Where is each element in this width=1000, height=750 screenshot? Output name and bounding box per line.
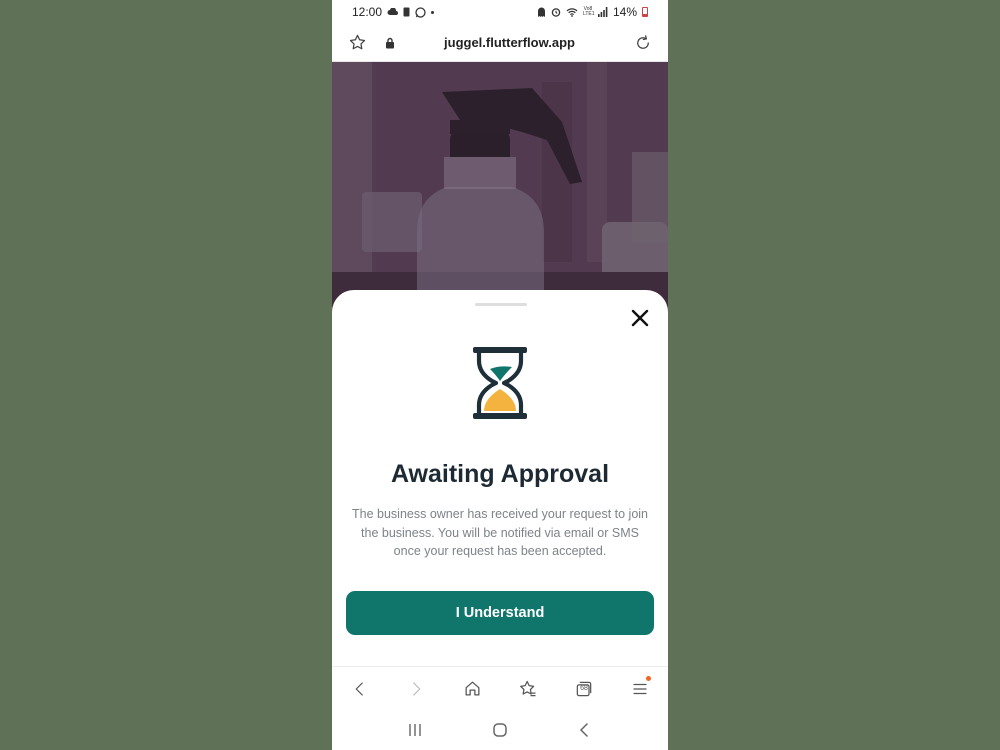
- notification-dot: [646, 675, 651, 681]
- volte-icon: Vo8 LTE1: [582, 6, 595, 17]
- url-text[interactable]: juggel.flutterflow.app: [385, 35, 634, 50]
- status-left: 12:00: [352, 5, 435, 19]
- signal-icon: [597, 7, 608, 17]
- back-button[interactable]: [345, 674, 375, 704]
- home-button[interactable]: [457, 674, 487, 704]
- sim-icon: [403, 7, 410, 17]
- home-circle-icon: [493, 723, 507, 737]
- alarm-icon: [551, 8, 561, 17]
- back-icon: [580, 723, 589, 737]
- drag-handle[interactable]: [475, 303, 527, 306]
- battery-percent: 14%: [612, 5, 637, 19]
- tab-count: 68: [580, 684, 588, 692]
- wifi-icon: [566, 8, 578, 17]
- home-nav-button[interactable]: [485, 715, 515, 745]
- status-right: Vo8 LTE1 14%: [537, 5, 648, 19]
- bookmarks-icon: [520, 680, 536, 696]
- understand-button[interactable]: I Understand: [346, 591, 654, 635]
- status-time: 12:00: [352, 5, 383, 19]
- dot-icon: [431, 10, 435, 14]
- address-bar: juggel.flutterflow.app: [332, 24, 668, 62]
- android-nav-bar: [332, 710, 668, 750]
- menu-icon: [633, 683, 647, 694]
- bookmarks-button[interactable]: [513, 674, 543, 704]
- back-nav-button[interactable]: [570, 715, 600, 745]
- sheet-description: The business owner has received your req…: [352, 507, 648, 558]
- close-icon[interactable]: [628, 306, 652, 330]
- whatsapp-icon: [415, 6, 426, 18]
- cloud-icon: [387, 8, 399, 15]
- sheet-title: Awaiting Approval: [390, 460, 610, 488]
- recents-button[interactable]: [400, 715, 430, 745]
- menu-button[interactable]: [625, 674, 655, 704]
- browser-toolbar: 68: [332, 666, 668, 710]
- back-icon: [355, 681, 363, 696]
- recents-icon: [408, 724, 421, 736]
- awaiting-approval-sheet: Awaiting Approval The business owner has…: [332, 290, 668, 666]
- hero-image: [332, 62, 668, 312]
- forward-button[interactable]: [401, 674, 431, 704]
- hourglass-icon: [473, 347, 527, 419]
- star-icon[interactable]: [348, 33, 367, 52]
- home-icon: [465, 681, 479, 696]
- spray-bottle-image: [332, 62, 668, 312]
- forward-icon: [413, 681, 421, 696]
- phone-screen: 12:00 Vo8 LTE1 14% juggel.flutterflow.ap…: [332, 0, 668, 750]
- ghost-icon: [537, 7, 545, 17]
- battery-icon: [642, 7, 648, 17]
- tabs-button[interactable]: 68: [569, 674, 599, 704]
- status-bar: 12:00 Vo8 LTE1 14%: [332, 0, 668, 24]
- reload-icon[interactable]: [634, 34, 652, 52]
